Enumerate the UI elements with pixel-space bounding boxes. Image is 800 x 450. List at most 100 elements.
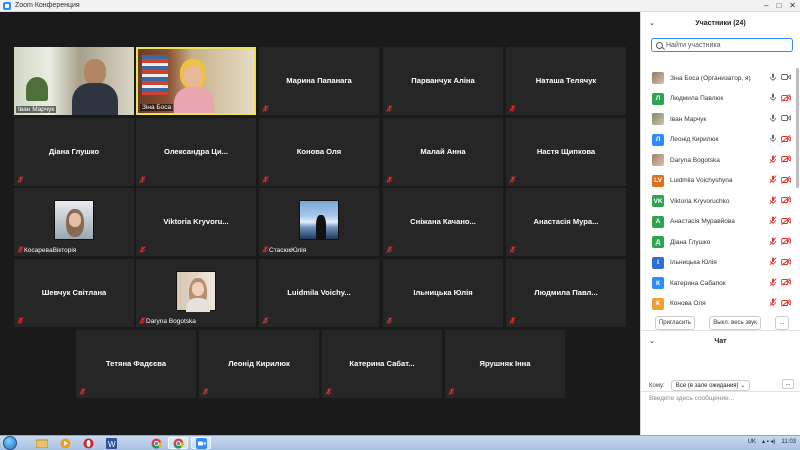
chevron-down-icon[interactable]: ⌄ — [649, 337, 655, 345]
camera-off-icon[interactable] — [781, 216, 791, 227]
participant-video-tile[interactable]: Сніжана Качано... — [383, 188, 503, 256]
camera-off-icon[interactable] — [781, 134, 791, 145]
participant-video-label: СтасюкЮлія — [269, 247, 307, 254]
participant-list-item[interactable]: Зіна Боса (Организатор, я) — [641, 68, 797, 89]
participant-list-item[interactable]: VK Viktoria Kryvoruchko — [641, 191, 797, 212]
muted-mic-icon[interactable] — [769, 175, 777, 186]
muted-mic-icon[interactable] — [769, 278, 777, 289]
muted-mic-icon[interactable] — [769, 196, 777, 207]
microphone-icon[interactable] — [769, 134, 777, 145]
participant-video-tile[interactable]: Людмила Павл... — [506, 259, 626, 327]
camera-off-icon[interactable] — [781, 237, 791, 247]
participant-video-tile[interactable]: Тетяна Фадєєва — [76, 330, 196, 398]
window-title: Zoom Конференция — [15, 2, 80, 9]
participant-video-tile[interactable]: Ярушняк Інна — [445, 330, 565, 398]
camera-off-icon[interactable] — [781, 278, 791, 288]
muted-mic-icon — [139, 176, 146, 183]
maximize-button[interactable]: □ — [776, 1, 781, 10]
participant-list-item[interactable]: Л Леонід Кирилюк — [641, 130, 797, 151]
chrome-taskbar-icon[interactable] — [146, 437, 166, 449]
participants-more-button[interactable]: ... — [775, 316, 789, 330]
participant-video-tile[interactable]: Luidmila Voichy... — [259, 259, 379, 327]
participant-list-item[interactable]: І Ільницька Юлія — [641, 253, 797, 274]
participant-list-item[interactable]: К Конова Оля — [641, 294, 797, 315]
participant-tile-name: Ільницька Юлія — [413, 288, 473, 297]
camera-off-icon[interactable] — [781, 175, 791, 186]
participant-video-tile[interactable]: СтасюкЮлія — [259, 188, 379, 256]
invite-button[interactable]: Пригласить — [655, 316, 695, 330]
participant-video-tile[interactable]: Настя Щипкова — [506, 118, 626, 186]
participant-video-tile[interactable]: Конова Оля — [259, 118, 379, 186]
microphone-icon[interactable] — [769, 114, 777, 125]
camera-off-icon[interactable] — [781, 196, 791, 206]
zoom-taskbar-icon[interactable] — [191, 437, 211, 449]
word-taskbar-icon[interactable]: W — [101, 437, 121, 449]
participant-video-tile[interactable]: Анастасія Мура... — [506, 188, 626, 256]
microphone-icon[interactable] — [769, 93, 777, 104]
camera-icon[interactable] — [781, 73, 791, 83]
participant-video-tile[interactable]: Леонід Кирилюк — [199, 330, 319, 398]
muted-mic-icon — [262, 246, 269, 253]
participant-list-item[interactable]: К Катерина Сабапок — [641, 273, 797, 294]
mute-all-button[interactable]: Выкл. весь звук — [709, 316, 761, 330]
microphone-icon[interactable] — [769, 73, 777, 84]
muted-mic-icon[interactable] — [769, 298, 777, 309]
participant-video-tile[interactable]: Олександра Ци... — [136, 118, 256, 186]
explorer-taskbar-icon[interactable] — [32, 437, 52, 449]
participant-list-item[interactable]: А Анастасія Муравйова — [641, 212, 797, 233]
participant-search-input[interactable]: Найти участника — [651, 38, 793, 52]
muted-mic-icon — [139, 246, 146, 253]
participant-video-tile[interactable]: Малай Анна — [383, 118, 503, 186]
muted-mic-icon — [17, 317, 24, 324]
participant-list-item[interactable]: Іван Марчук — [641, 109, 797, 130]
participant-video-tile[interactable]: Viktoria Kryvoru... — [136, 188, 256, 256]
camera-icon[interactable] — [781, 114, 791, 124]
avatar: К — [652, 297, 664, 310]
clock[interactable]: 11:03 — [781, 439, 796, 445]
camera-off-icon[interactable] — [781, 155, 791, 165]
camera-off-icon[interactable] — [781, 298, 791, 309]
participant-video-tile[interactable]: Наташа Телячук — [506, 47, 626, 115]
participant-video-tile[interactable]: Іван Марчук — [14, 47, 134, 115]
participant-list-item[interactable]: Л Людмила Павлюк — [641, 89, 797, 110]
muted-mic-icon — [139, 317, 146, 324]
participant-video-tile[interactable]: Діана Глушко — [14, 118, 134, 186]
participant-video-tile[interactable]: КосаревaВікторія — [14, 188, 134, 256]
participant-list-scrollbar[interactable] — [796, 68, 799, 188]
participant-list-item[interactable]: LV Luidmila Voichyshyna — [641, 171, 797, 192]
muted-mic-icon — [79, 388, 86, 395]
participant-tile-name: Тетяна Фадєєва — [105, 359, 167, 368]
participant-tile-name: Шевчук Світлана — [41, 288, 107, 297]
opera-taskbar-icon[interactable] — [78, 437, 98, 449]
participant-name: Людмила Павлюк — [670, 95, 724, 103]
participant-video-tile[interactable]: Шевчук Світлана — [14, 259, 134, 327]
muted-mic-icon[interactable] — [769, 237, 777, 248]
participant-video-tile[interactable]: Парванчук Аліна — [383, 47, 503, 115]
muted-mic-icon — [325, 388, 332, 395]
muted-mic-icon[interactable] — [769, 155, 777, 166]
participant-video-tile[interactable]: Катерина Сабат... — [322, 330, 442, 398]
participant-video-tile[interactable]: Марина Папанага — [259, 47, 379, 115]
start-button[interactable] — [3, 436, 17, 450]
participant-tile-name: Леонід Кирилюк — [228, 359, 290, 368]
participant-video-tile[interactable]: Зіна Боса — [136, 47, 256, 115]
close-button[interactable]: ✕ — [789, 1, 796, 10]
participant-list-item[interactable]: Д Діана Глушко — [641, 232, 797, 253]
chat-message-input[interactable]: Введите здесь сообщение... — [649, 395, 734, 402]
media-player-taskbar-icon[interactable] — [55, 437, 75, 449]
participant-video-tile[interactable]: Ільницька Юлія — [383, 259, 503, 327]
tray-icons[interactable]: ▴ ▪ ◂) — [762, 438, 775, 445]
camera-off-icon[interactable] — [781, 257, 791, 268]
participant-tile-name: Олександра Ци... — [164, 147, 228, 156]
camera-off-icon[interactable] — [781, 93, 791, 104]
participant-list-item[interactable]: Daryna Bogotska — [641, 150, 797, 171]
muted-mic-icon[interactable] — [769, 216, 777, 227]
participant-video-tile[interactable]: Daryna Bogotska — [136, 259, 256, 327]
chat-recipient-select[interactable]: Все (в зале ожидания) ⌄ — [670, 380, 751, 391]
chevron-down-icon[interactable]: ⌄ — [649, 19, 655, 27]
chat-more-button[interactable]: ... — [782, 379, 794, 389]
language-indicator[interactable]: UK — [748, 439, 756, 445]
minimize-button[interactable]: – — [764, 1, 768, 10]
chrome-taskbar-icon[interactable] — [168, 437, 188, 449]
muted-mic-icon[interactable] — [769, 257, 777, 268]
